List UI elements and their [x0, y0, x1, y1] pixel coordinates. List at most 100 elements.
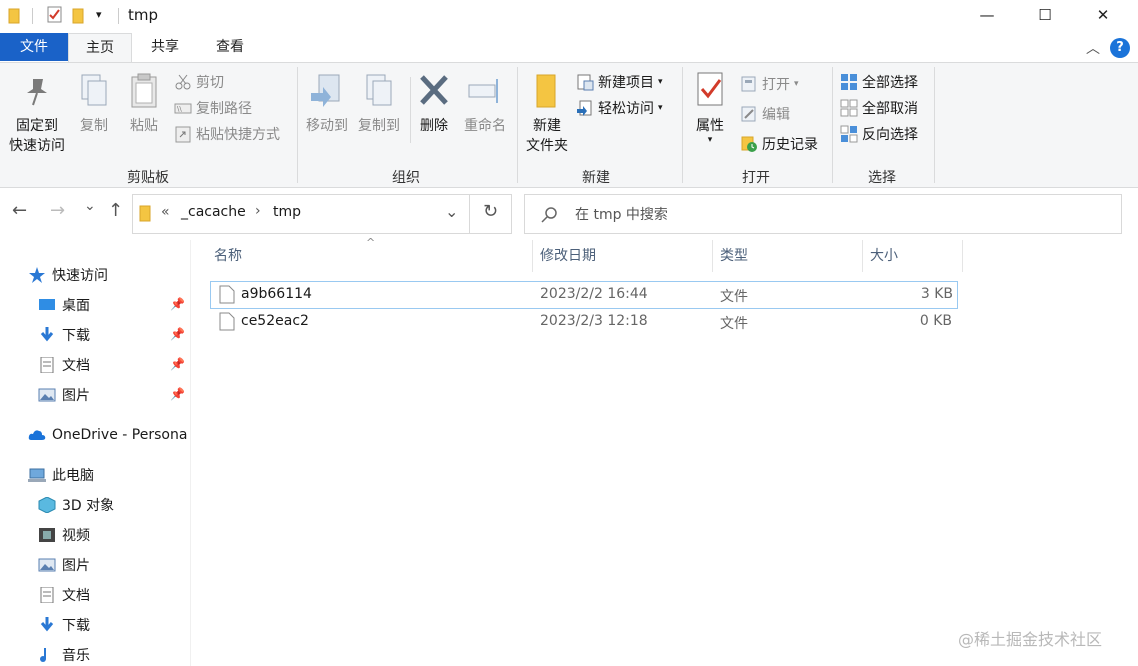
sidebar-item-3d-objects[interactable]: 3D 对象	[38, 493, 114, 517]
cloud-icon	[28, 430, 46, 440]
column-divider[interactable]	[532, 240, 533, 272]
sidebar-item-documents[interactable]: 文档	[38, 353, 90, 377]
address-bar[interactable]: « _cacache › tmp ⌄ ↻	[132, 194, 512, 234]
sidebar-item-desktop[interactable]: 桌面	[38, 293, 90, 317]
open-dropdown-icon: ▾	[794, 79, 799, 89]
organize-group-label: 组织	[392, 170, 420, 186]
copy-to-button[interactable]: 复制到	[354, 71, 404, 135]
paste-shortcut-button[interactable]: 粘贴快捷方式	[174, 123, 280, 145]
edit-button[interactable]: 编辑	[740, 103, 790, 125]
select-all-button[interactable]: 全部选择	[840, 71, 918, 93]
invert-selection-label: 反向选择	[862, 127, 918, 143]
tab-home[interactable]: 主页	[68, 33, 132, 63]
forward-button[interactable]: →	[50, 200, 65, 221]
sidebar-item-downloads[interactable]: 下载	[38, 323, 90, 347]
copy-button[interactable]: 复制	[74, 71, 114, 135]
column-divider[interactable]	[712, 240, 713, 272]
new-folder-button[interactable]: 新建 文件夹	[520, 71, 574, 155]
new-folder-label-1: 新建	[533, 118, 561, 134]
minimize-button[interactable]: —	[958, 0, 1016, 30]
sidebar-item-pictures[interactable]: 图片	[38, 383, 90, 407]
move-to-icon	[311, 74, 340, 107]
open-button[interactable]: 打开 ▾	[740, 73, 799, 95]
properties-check-icon[interactable]	[46, 6, 64, 24]
paste-button[interactable]: 粘贴	[124, 71, 164, 135]
music-note-icon	[40, 648, 46, 662]
history-button[interactable]: 历史记录	[740, 133, 818, 155]
watermark: @稀土掘金技术社区	[958, 630, 1103, 649]
new-folder-icon	[536, 74, 556, 108]
column-header-modified[interactable]: 修改日期	[540, 240, 596, 272]
pin-icon[interactable]: 📌	[170, 357, 185, 371]
sidebar-item-documents-pc[interactable]: 文档	[38, 583, 90, 607]
paste-shortcut-label: 粘贴快捷方式	[196, 127, 280, 143]
back-button[interactable]: ←	[12, 200, 27, 221]
pin-icon[interactable]: 📌	[170, 387, 185, 401]
easy-access-label: 轻松访问	[598, 101, 654, 117]
sidebar-item-label: 图片	[62, 388, 90, 404]
file-modified: 2023/2/3 12:18	[540, 313, 648, 329]
column-divider[interactable]	[962, 240, 963, 272]
file-icon	[219, 312, 235, 331]
pin-icon[interactable]: 📌	[170, 297, 185, 311]
collapse-ribbon-button[interactable]: ︿	[1086, 38, 1100, 58]
sidebar-item-pictures-pc[interactable]: 图片	[38, 553, 90, 577]
paste-shortcut-icon	[175, 126, 191, 143]
column-header-size[interactable]: 大小	[870, 240, 898, 272]
maximize-button[interactable]: ☐	[1016, 0, 1074, 30]
divider	[410, 77, 411, 143]
breadcrumb-tmp[interactable]: tmp	[273, 204, 301, 220]
column-divider[interactable]	[862, 240, 863, 272]
copy-path-button[interactable]: \\ 复制路径	[174, 97, 252, 119]
search-box[interactable]: 在 tmp 中搜索	[524, 194, 1122, 234]
sidebar-item-music[interactable]: 音乐	[38, 643, 90, 666]
rename-button[interactable]: 重命名	[458, 71, 512, 135]
tab-view[interactable]: 查看	[205, 33, 255, 61]
film-icon	[39, 528, 55, 542]
up-button[interactable]: ↑	[108, 200, 123, 221]
sort-ascending-icon: ^	[366, 236, 376, 249]
document-icon	[40, 357, 54, 373]
delete-button[interactable]: 删除	[414, 71, 454, 135]
file-name: a9b66114	[241, 286, 312, 302]
close-button[interactable]: ✕	[1074, 0, 1132, 30]
move-to-label: 移动到	[306, 118, 348, 134]
cut-button[interactable]: 剪切	[174, 71, 224, 93]
breadcrumb-overflow[interactable]: «	[161, 204, 170, 220]
breadcrumb-cacache[interactable]: _cacache	[181, 204, 246, 220]
tab-share[interactable]: 共享	[140, 33, 190, 61]
new-folder-icon[interactable]	[72, 6, 86, 24]
address-dropdown-button[interactable]: ⌄	[445, 202, 458, 221]
sidebar-item-quick-access[interactable]: 快速访问	[28, 263, 108, 287]
download-icon	[40, 617, 54, 632]
easy-access-button[interactable]: 轻松访问 ▾	[576, 97, 663, 119]
column-header-type[interactable]: 类型	[720, 240, 748, 272]
sidebar-item-this-pc[interactable]: 此电脑	[28, 463, 94, 487]
sidebar-item-label: 下载	[62, 328, 90, 344]
tab-file[interactable]: 文件	[0, 33, 68, 61]
breadcrumb-separator[interactable]: ›	[255, 203, 261, 219]
sidebar-item-videos[interactable]: 视频	[38, 523, 90, 547]
file-row[interactable]: ce52eac2 2023/2/3 12:18 文件 0 KB	[210, 309, 956, 335]
properties-button[interactable]: 属性 ▾	[688, 71, 732, 145]
sidebar-item-label: 快速访问	[52, 268, 108, 284]
new-item-button[interactable]: 新建项目 ▾	[576, 71, 663, 93]
open-label: 打开	[762, 77, 790, 93]
quick-access-dropdown[interactable]: ▾	[96, 8, 102, 21]
help-button[interactable]: ?	[1110, 38, 1130, 58]
easy-access-icon	[577, 100, 592, 116]
invert-selection-button[interactable]: 反向选择	[840, 123, 918, 145]
pin-icon[interactable]: 📌	[170, 327, 185, 341]
new-item-icon	[577, 74, 594, 91]
sidebar-item-downloads-pc[interactable]: 下载	[38, 613, 90, 637]
copy-icon	[81, 74, 107, 106]
select-none-button[interactable]: 全部取消	[840, 97, 918, 119]
recent-locations-button[interactable]: ⌄	[84, 198, 96, 214]
sidebar-item-onedrive[interactable]: OneDrive - Persona	[28, 423, 187, 447]
sidebar-item-label: OneDrive - Persona	[52, 427, 188, 443]
pin-to-quick-access-button[interactable]: 固定到 快速访问	[6, 71, 68, 155]
refresh-button[interactable]: ↻	[483, 201, 498, 222]
file-row[interactable]: a9b66114 2023/2/2 16:44 文件 3 KB	[210, 281, 958, 309]
column-header-name[interactable]: 名称	[214, 240, 242, 272]
move-to-button[interactable]: 移动到	[302, 71, 352, 135]
